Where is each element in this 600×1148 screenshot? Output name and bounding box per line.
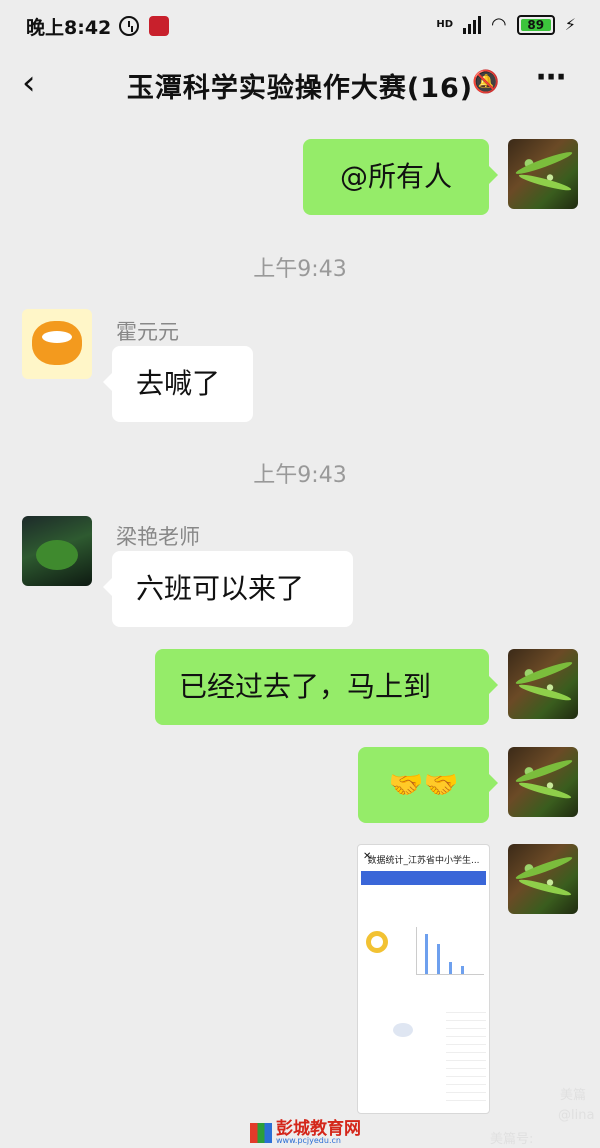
chat-header: ‹ 玉潭科学实验操作大赛(16) 🔕 ⋯ (0, 52, 600, 116)
watermark-app: 美篇 (560, 1088, 587, 1103)
app-notification-icon (149, 16, 170, 36)
timestamp: 上午9:43 (253, 257, 347, 282)
their-message-bubble[interactable]: 去喊了 (103, 346, 253, 422)
my-avatar[interactable] (508, 649, 578, 719)
book-icon (250, 1123, 272, 1143)
garfield-eyes (42, 331, 72, 343)
image-banner (361, 871, 486, 885)
image-donut-chart (366, 931, 388, 953)
alarm-icon (119, 16, 140, 36)
image-message[interactable]: ✕ 数据统计_江苏省中小学生... (357, 844, 490, 1114)
my-emoji-bubble[interactable]: 🤝🤝 (358, 747, 498, 823)
my-avatar[interactable] (508, 139, 578, 209)
timestamp: 上午9:43 (253, 463, 347, 488)
chat-title: 玉潭科学实验操作大赛(16) (126, 73, 474, 104)
my-message-bubble[interactable]: 已经过去了，马上到 (155, 649, 498, 725)
garfield-face (32, 321, 82, 365)
charging-icon: ⚡ (564, 15, 576, 34)
my-avatar[interactable] (508, 844, 578, 914)
my-avatar[interactable] (508, 747, 578, 817)
more-options-icon[interactable]: ⋯ (536, 60, 568, 95)
image-title: 数据统计_江苏省中小学生... (367, 856, 480, 866)
cloud-icon (393, 1023, 413, 1037)
my-message-bubble[interactable]: @所有人 (303, 139, 498, 215)
wifi-icon: ◠ (491, 14, 507, 35)
watermark-user: @lina (558, 1108, 595, 1123)
network-type: HD (436, 18, 454, 30)
status-indicators: HD ◠ 89 ⚡ (436, 14, 576, 35)
status-bar: 晚上8:42 HD ◠ 89 ⚡ (0, 0, 600, 52)
mute-bell-icon: 🔕 (472, 70, 500, 95)
status-time: 晚上8:42 (26, 16, 112, 39)
signal-icon (463, 15, 482, 34)
sender-avatar[interactable] (22, 309, 92, 379)
their-message-bubble[interactable]: 六班可以来了 (103, 551, 353, 627)
watermark-id: 美篇号: 20973575 (490, 1132, 556, 1148)
battery-level: 89 (527, 17, 545, 32)
image-bar-chart (416, 927, 484, 975)
image-stats (362, 897, 485, 919)
sender-name: 梁艳老师 (116, 525, 200, 549)
logo-name: 彭城教育网 (276, 1119, 361, 1139)
sender-avatar[interactable] (22, 516, 92, 586)
site-logo: 彭城教育网 www.pcjyedu.cn (250, 1120, 361, 1146)
sender-name: 霍元元 (116, 320, 179, 344)
battery-icon: 89 (516, 14, 555, 35)
image-table (446, 1005, 486, 1101)
